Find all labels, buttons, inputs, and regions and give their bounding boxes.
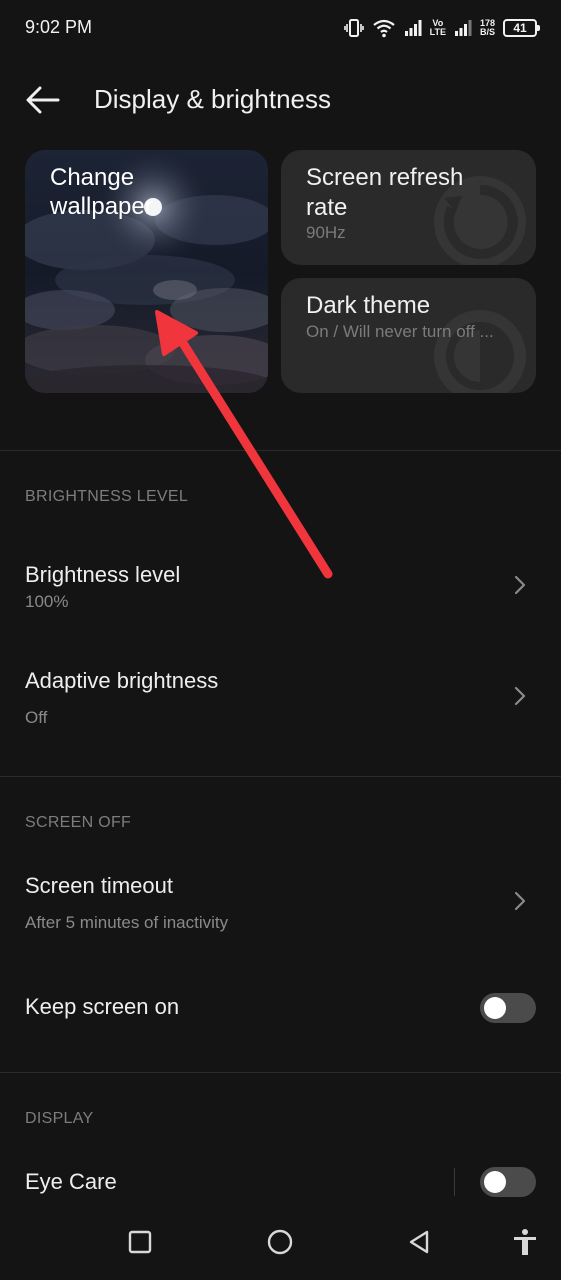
accessibility-icon — [514, 1229, 536, 1255]
home-button[interactable] — [263, 1225, 297, 1259]
screen-timeout-value: After 5 minutes of inactivity — [25, 913, 229, 932]
eye-care-separator — [454, 1168, 455, 1196]
adaptive-brightness-title: Adaptive brightness — [25, 668, 219, 693]
chevron-right-icon — [514, 575, 526, 595]
signal-icon — [404, 20, 422, 36]
adaptive-brightness-value: Off — [25, 708, 48, 727]
brightness-level-title: Brightness level — [25, 562, 181, 587]
battery-indicator: 41 — [503, 19, 540, 37]
adaptive-brightness-row[interactable]: Adaptive brightness Off — [0, 650, 561, 745]
navigation-bar — [0, 1205, 561, 1280]
screen-timeout-title: Screen timeout — [25, 873, 173, 898]
toggle-knob — [484, 1171, 506, 1193]
settings-screen: 9:02 PM Vo LTE 178 B/S 41 Display & brig… — [0, 0, 561, 1280]
screen-refresh-rate-card[interactable]: Screen refresh rate 90Hz — [281, 150, 536, 265]
keep-screen-on-row: Keep screen on — [0, 970, 561, 1045]
dark-theme-card[interactable]: Dark theme On / Will never turn off ... — [281, 278, 536, 393]
header: Display & brightness — [0, 60, 561, 140]
status-bar: 9:02 PM Vo LTE 178 B/S 41 — [0, 0, 561, 56]
accessibility-button[interactable] — [508, 1225, 542, 1259]
dark-theme-title: Dark theme — [306, 292, 431, 319]
arrow-left-icon — [26, 86, 60, 114]
divider — [0, 776, 561, 777]
eye-care-row[interactable]: Eye Care — [0, 1150, 561, 1210]
status-time: 9:02 PM — [25, 17, 93, 37]
toggle-knob — [484, 997, 506, 1019]
triangle-back-icon — [409, 1230, 429, 1254]
section-header-brightness: BRIGHTNESS LEVEL — [25, 488, 189, 505]
divider — [0, 1072, 561, 1073]
keep-screen-on-toggle[interactable] — [480, 993, 536, 1023]
vibrate-icon — [343, 19, 364, 37]
volte-bottom-text: LTE — [429, 27, 446, 37]
screen-refresh-rate-value: 90Hz — [306, 223, 346, 242]
wifi-icon — [372, 19, 395, 38]
network-speed-unit: B/S — [479, 27, 495, 37]
back-button[interactable] — [20, 80, 66, 120]
eye-care-title: Eye Care — [25, 1169, 117, 1194]
change-wallpaper-label: Change wallpaper — [50, 164, 153, 220]
screen-timeout-row[interactable]: Screen timeout After 5 minutes of inacti… — [0, 855, 561, 950]
network-speed: 178 B/S — [480, 19, 495, 37]
eye-care-toggle[interactable] — [480, 1167, 536, 1197]
chevron-right-icon — [514, 686, 526, 706]
dark-theme-value: On / Will never turn off ... — [306, 322, 494, 341]
nav-back-button[interactable] — [402, 1225, 436, 1259]
brightness-level-row[interactable]: Brightness level 100% — [0, 540, 561, 630]
square-icon — [128, 1230, 152, 1254]
volte-indicator: Vo LTE — [430, 19, 446, 37]
change-wallpaper-card[interactable]: Change wallpaper — [25, 150, 268, 393]
brightness-level-value: 100% — [25, 592, 69, 611]
chevron-right-icon — [514, 891, 526, 911]
keep-screen-on-title: Keep screen on — [25, 994, 180, 1019]
screen-refresh-rate-title: Screen refresh rate — [306, 164, 464, 221]
circle-icon — [267, 1229, 293, 1255]
divider — [0, 450, 561, 451]
page-title: Display & brightness — [94, 84, 331, 114]
signal-icon-secondary — [454, 20, 472, 36]
section-header-screen-off: SCREEN OFF — [25, 814, 132, 831]
status-icons: Vo LTE 178 B/S 41 — [343, 14, 540, 42]
section-header-display: DISPLAY — [25, 1110, 94, 1127]
recents-button[interactable] — [123, 1225, 157, 1259]
